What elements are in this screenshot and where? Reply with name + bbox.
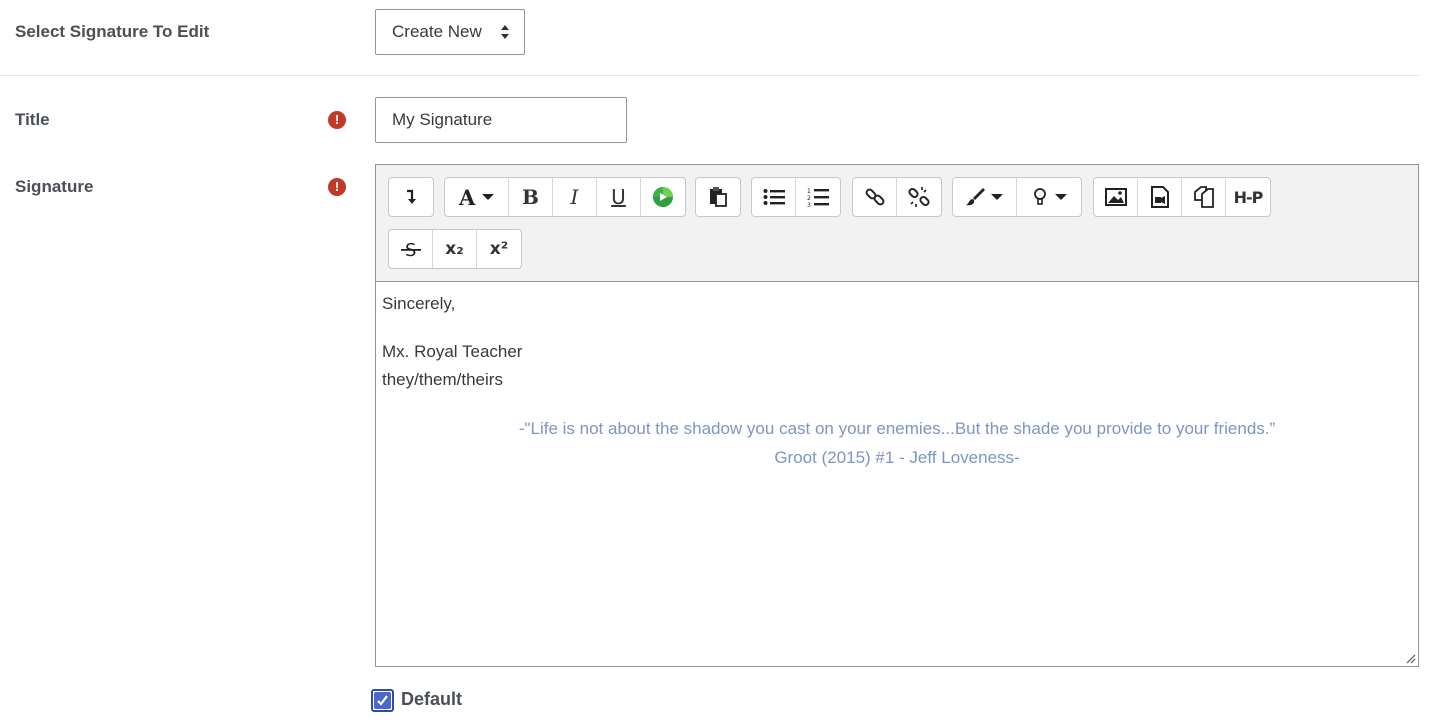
link-button[interactable] xyxy=(853,178,897,216)
editor-toolbar: A B I U 1 2 3 H-P S x₂ x² xyxy=(376,165,1418,282)
collapse-toolbar-button[interactable] xyxy=(389,178,433,216)
signature-label: Signature xyxy=(15,177,94,196)
h5p-icon: H-P xyxy=(1233,187,1264,207)
toolbar-group-paste xyxy=(695,177,741,217)
resize-handle-icon[interactable] xyxy=(1404,652,1416,664)
collapse-toolbar-icon xyxy=(407,189,416,204)
toolbar-group-text-style: A B I U xyxy=(444,177,686,217)
italic-icon: I xyxy=(570,185,579,209)
unlink-button[interactable] xyxy=(897,178,941,216)
strikethrough-button[interactable]: S xyxy=(389,230,433,268)
section-divider xyxy=(0,75,1419,76)
toolbar-group-collapse xyxy=(388,177,434,217)
paste-icon xyxy=(710,187,727,207)
font-family-button[interactable]: A xyxy=(445,178,509,216)
sort-caret-icon xyxy=(501,25,509,39)
numbered-list-icon: 1 2 3 xyxy=(807,188,829,207)
content-quote-line2: Groot (2015) #1 - Jeff Loveness- xyxy=(774,448,1020,467)
manage-files-button[interactable] xyxy=(1182,178,1226,216)
content-line-sincerely: Sincerely, xyxy=(382,294,456,313)
italic-button[interactable]: I xyxy=(553,178,597,216)
paste-button[interactable] xyxy=(696,178,740,216)
text-color-button[interactable] xyxy=(953,178,1017,216)
record-rtc-icon xyxy=(653,187,673,207)
manage-files-icon xyxy=(1193,186,1214,208)
toolbar-group-lists: 1 2 3 xyxy=(751,177,841,217)
required-exclamation-icon: ! xyxy=(328,178,346,196)
default-checkbox-label: Default xyxy=(401,689,463,709)
subscript-button[interactable]: x₂ xyxy=(433,230,477,268)
highlight-icon xyxy=(1034,188,1067,205)
required-exclamation-icon: ! xyxy=(328,111,346,129)
bullet-list-icon xyxy=(763,189,785,205)
bold-button[interactable]: B xyxy=(509,178,553,216)
select-signature-label: Select Signature To Edit xyxy=(15,22,210,41)
subscript-icon: x₂ xyxy=(445,239,464,259)
underline-button[interactable]: U xyxy=(597,178,641,216)
insert-h5p-button[interactable]: H-P xyxy=(1226,178,1270,216)
record-rtc-button[interactable] xyxy=(641,178,685,216)
signature-editor: A B I U 1 2 3 H-P S x₂ x² Sincerely, Mx.… xyxy=(375,164,1419,667)
svg-text:A: A xyxy=(458,186,476,208)
svg-text:3: 3 xyxy=(807,202,811,207)
underline-icon: U xyxy=(611,185,626,209)
content-line-pronouns: they/them/theirs xyxy=(382,370,503,389)
content-quote: -"Life is not about the shadow you cast … xyxy=(382,414,1412,472)
title-label: Title xyxy=(15,110,50,129)
superscript-button[interactable]: x² xyxy=(477,230,521,268)
toolbar-group-links xyxy=(852,177,942,217)
superscript-icon: x² xyxy=(489,239,509,259)
insert-image-button[interactable] xyxy=(1094,178,1138,216)
checkbox-fill xyxy=(374,692,391,709)
checkmark-icon xyxy=(377,695,388,706)
toolbar-group-format-extra: S x₂ x² xyxy=(388,229,522,269)
default-checkbox[interactable] xyxy=(371,689,394,712)
toolbar-group-colors xyxy=(952,177,1082,217)
image-icon xyxy=(1104,188,1127,206)
bullet-list-button[interactable] xyxy=(752,178,796,216)
text-color-icon xyxy=(965,188,1003,206)
editor-content-area[interactable]: Sincerely, Mx. Royal Teacher they/them/t… xyxy=(376,282,1418,666)
select-signature-value: Create New xyxy=(392,22,482,41)
content-line-name: Mx. Royal Teacher xyxy=(382,342,523,361)
title-input[interactable] xyxy=(375,97,627,143)
numbered-list-button[interactable]: 1 2 3 xyxy=(796,178,840,216)
font-family-icon: A xyxy=(458,186,494,208)
strikethrough-icon: S xyxy=(400,240,421,260)
insert-media-button[interactable] xyxy=(1138,178,1182,216)
link-icon xyxy=(865,188,884,206)
toolbar-group-media: H-P xyxy=(1093,177,1271,217)
svg-text:2: 2 xyxy=(807,195,811,202)
highlight-button[interactable] xyxy=(1017,178,1081,216)
content-quote-line1: -"Life is not about the shadow you cast … xyxy=(518,419,1276,438)
unlink-icon xyxy=(908,187,930,207)
bold-icon: B xyxy=(522,185,539,209)
svg-text:1: 1 xyxy=(807,188,811,195)
media-icon xyxy=(1150,186,1169,208)
select-signature-dropdown[interactable]: Create New xyxy=(375,9,525,55)
